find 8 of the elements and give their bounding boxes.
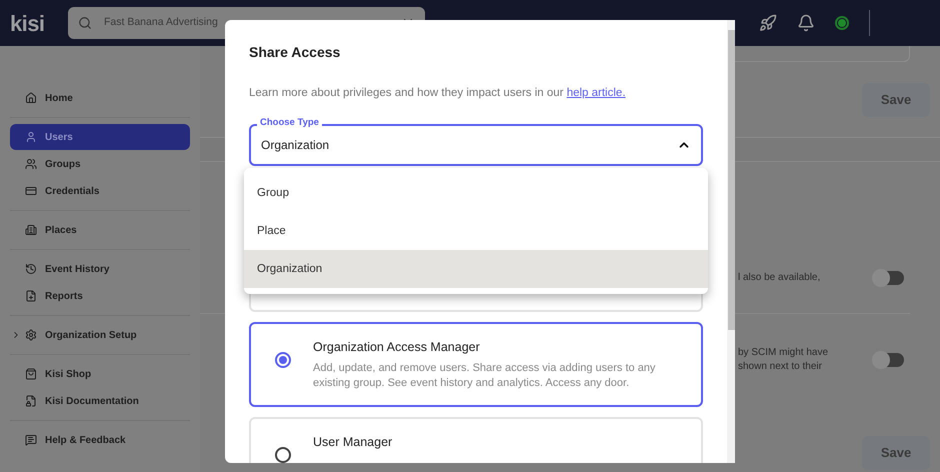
role-title: Organization Access Manager (313, 339, 481, 356)
setting-description: by SCIM might have shown next to their (738, 346, 830, 374)
select-label: Choose Type (257, 117, 322, 130)
role-title: User Manager (313, 434, 392, 452)
setting-description: l also be available, (738, 270, 822, 284)
dialog-description: Learn more about privileges and how they impact users in our help article. (249, 86, 627, 101)
role-description: Add, update, and remove users. Share access via adding users to any existing group. See event history and analytics. Access any door. (313, 361, 656, 391)
dialog-title: Share Access (249, 43, 342, 62)
